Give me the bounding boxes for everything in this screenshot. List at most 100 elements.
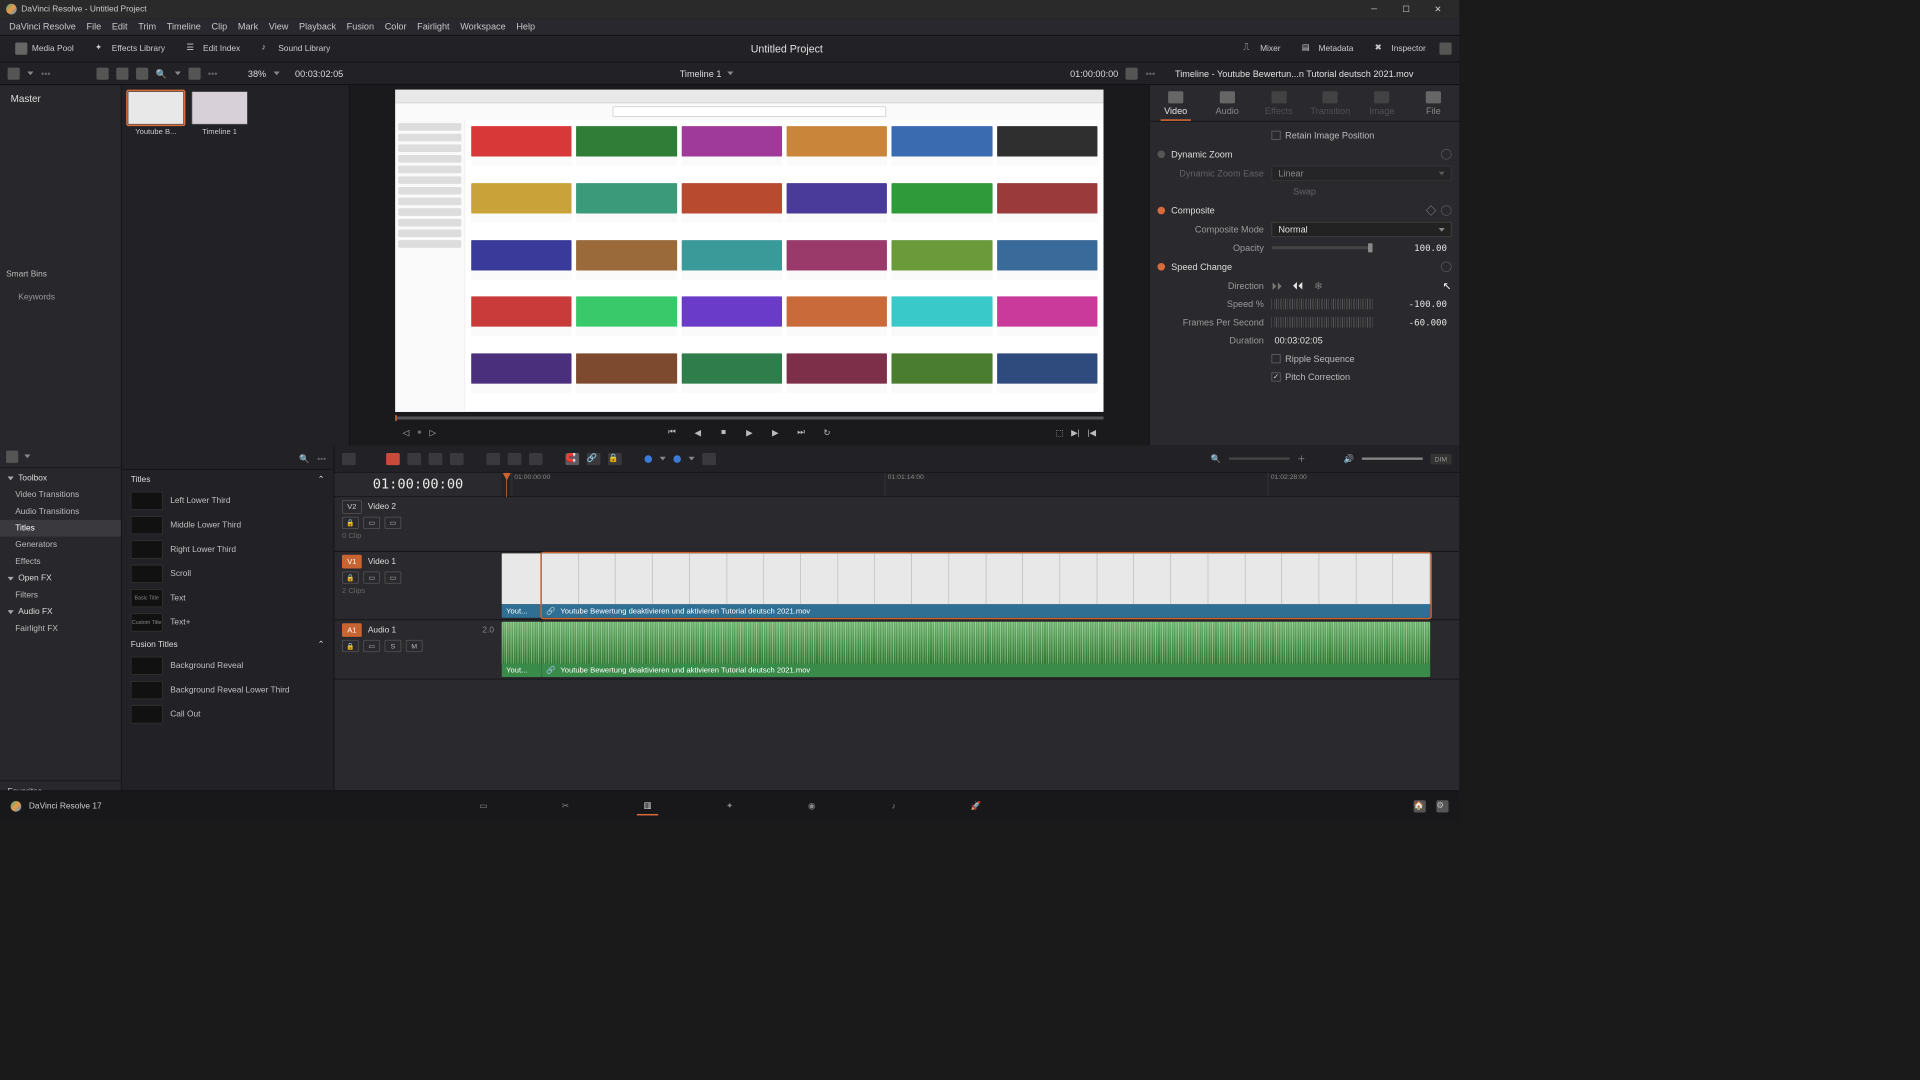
effects-library-button[interactable]: ✦ Effects Library bbox=[87, 43, 172, 55]
next-clip-icon[interactable]: ▷ bbox=[429, 428, 435, 438]
composite-mode-select[interactable]: Normal bbox=[1271, 222, 1451, 237]
menu-item[interactable]: Workspace bbox=[460, 21, 505, 32]
viewer-scrubber[interactable] bbox=[395, 416, 1103, 419]
mute-icon[interactable]: 🔊 bbox=[1344, 454, 1354, 464]
thumb-view-icon[interactable] bbox=[116, 67, 128, 79]
tab-image[interactable]: Image bbox=[1356, 85, 1408, 121]
fx-node[interactable]: Video Transitions bbox=[0, 486, 121, 503]
fx-fusion-item[interactable]: Background Reveal Lower Third bbox=[122, 678, 334, 702]
timecode-menu-icon[interactable] bbox=[1126, 67, 1138, 79]
fx-fusion-item[interactable]: Background Reveal bbox=[122, 654, 334, 678]
direction-reverse-icon[interactable]: ⏴⏴ bbox=[1293, 279, 1304, 292]
mute-button[interactable]: M bbox=[406, 640, 423, 652]
tab-effects[interactable]: Effects bbox=[1253, 85, 1305, 121]
link-icon[interactable]: 🔗 bbox=[587, 453, 601, 465]
reset-icon[interactable] bbox=[1441, 149, 1452, 160]
snapping-icon[interactable]: 🧲 bbox=[565, 453, 579, 465]
tab-transition[interactable]: Transition bbox=[1305, 85, 1357, 121]
home-icon[interactable]: 🏠 bbox=[1414, 800, 1426, 812]
speed-field[interactable] bbox=[1271, 299, 1372, 310]
prev-frame-button[interactable]: ◀ bbox=[691, 426, 705, 440]
insert-icon[interactable] bbox=[486, 453, 500, 465]
fx-title-item[interactable]: Middle Lower Third bbox=[122, 513, 334, 537]
blade-tool-icon[interactable] bbox=[450, 453, 464, 465]
menu-item[interactable]: Clip bbox=[212, 21, 228, 32]
window-minimize-button[interactable]: ─ bbox=[1359, 1, 1389, 18]
dynamic-zoom-header[interactable]: Dynamic Zoom bbox=[1171, 149, 1435, 160]
dynamic-zoom-ease-select[interactable]: Linear bbox=[1271, 166, 1451, 181]
trim-tool-icon[interactable] bbox=[407, 453, 421, 465]
speed-change-header[interactable]: Speed Change bbox=[1171, 261, 1435, 272]
goto-end-icon[interactable]: ▶| bbox=[1071, 428, 1080, 438]
disable-icon[interactable]: ▭ bbox=[385, 517, 402, 529]
zoom-level[interactable]: 38% bbox=[248, 68, 266, 79]
play-button[interactable]: ▶ bbox=[743, 426, 757, 440]
dynamic-zoom-toggle[interactable] bbox=[1157, 150, 1165, 158]
media-clip[interactable]: Youtube B... bbox=[128, 91, 184, 136]
fps-value[interactable]: -60.000 bbox=[1379, 317, 1452, 328]
menu-item[interactable]: Help bbox=[516, 21, 535, 32]
track-head-v2[interactable]: V2Video 2 🔒▭▭ 0 Clip bbox=[334, 497, 501, 552]
keyframe-icon[interactable] bbox=[1426, 205, 1437, 216]
chevron-down-icon[interactable] bbox=[24, 454, 30, 458]
viewer-canvas[interactable] bbox=[395, 90, 1103, 412]
metadata-button[interactable]: ▤ Metadata bbox=[1294, 43, 1361, 55]
marker-blue-icon[interactable] bbox=[673, 455, 681, 463]
zoom-out-icon[interactable]: 🔍 bbox=[1211, 454, 1221, 464]
flag-blue-icon[interactable] bbox=[644, 455, 652, 463]
fx-node[interactable]: Audio Transitions bbox=[0, 503, 121, 520]
menu-item[interactable]: Fusion bbox=[347, 21, 374, 32]
sort-icon[interactable] bbox=[188, 67, 200, 79]
sound-library-button[interactable]: ♪ Sound Library bbox=[254, 43, 338, 55]
bin-view-icon[interactable] bbox=[8, 67, 20, 79]
edit-index-button[interactable]: ☰ Edit Index bbox=[179, 43, 248, 55]
tab-file[interactable]: File bbox=[1408, 85, 1460, 121]
replace-icon[interactable] bbox=[529, 453, 543, 465]
lane-a1[interactable]: Yout... 🔗Youtube Bewertung deaktivieren … bbox=[502, 620, 1460, 679]
project-settings-icon[interactable]: ⚙ bbox=[1436, 800, 1448, 812]
search-icon[interactable]: 🔍 bbox=[299, 454, 309, 464]
fx-group-audiofx[interactable]: Audio FX bbox=[0, 603, 121, 620]
section-fusion-titles[interactable]: Fusion Titles⌃ bbox=[122, 635, 334, 654]
chevron-down-icon[interactable] bbox=[174, 71, 180, 75]
menu-item[interactable]: Playback bbox=[299, 21, 336, 32]
timeline-name[interactable]: Timeline 1 bbox=[680, 68, 722, 79]
video-clip-selected[interactable]: 🔗Youtube Bewertung deaktivieren und akti… bbox=[542, 553, 1431, 618]
goto-start-icon[interactable]: |◀ bbox=[1087, 428, 1096, 438]
auto-select-icon[interactable]: ▭ bbox=[363, 640, 380, 652]
menu-item[interactable]: Fairlight bbox=[417, 21, 449, 32]
reset-icon[interactable] bbox=[1441, 261, 1452, 272]
fx-title-item[interactable]: Scroll bbox=[122, 562, 334, 586]
track-head-a1[interactable]: A1Audio 12.0 🔒▭SM bbox=[334, 620, 501, 679]
fx-node[interactable]: Effects bbox=[0, 553, 121, 570]
track-head-v1[interactable]: V1Video 1 🔒▭▭ 2 Clips bbox=[334, 552, 501, 620]
tab-video[interactable]: Video bbox=[1150, 85, 1202, 121]
audio-clip[interactable]: 🔗Youtube Bewertung deaktivieren und akti… bbox=[542, 622, 1431, 677]
speed-value[interactable]: -100.00 bbox=[1379, 299, 1452, 310]
media-pool-button[interactable]: Media Pool bbox=[8, 43, 82, 55]
track-lanes[interactable]: Yout... 🔗Youtube Bewertung deaktivieren … bbox=[502, 497, 1460, 803]
fx-title-item[interactable]: Basic TitleText bbox=[122, 586, 334, 610]
video-clip[interactable]: Yout... bbox=[502, 553, 542, 618]
marker-dot-icon[interactable]: ● bbox=[417, 428, 422, 438]
audio-clip[interactable]: Yout... bbox=[502, 622, 542, 677]
dim-button[interactable]: DIM bbox=[1430, 453, 1452, 464]
menu-item[interactable]: DaVinci Resolve bbox=[9, 21, 76, 32]
smart-bin-keywords[interactable]: Keywords bbox=[12, 289, 109, 304]
mixer-button[interactable]: ⎍ Mixer bbox=[1236, 43, 1288, 55]
menu-item[interactable]: View bbox=[269, 21, 289, 32]
ripple-checkbox[interactable] bbox=[1271, 354, 1280, 363]
tab-audio[interactable]: Audio bbox=[1201, 85, 1253, 121]
range-icon[interactable] bbox=[702, 453, 716, 465]
composite-header[interactable]: Composite bbox=[1171, 205, 1421, 216]
loop-button[interactable]: ↻ bbox=[820, 426, 834, 440]
menu-item[interactable]: Timeline bbox=[167, 21, 201, 32]
section-titles[interactable]: Titles⌃ bbox=[122, 470, 334, 489]
menu-item[interactable]: File bbox=[87, 21, 102, 32]
fx-title-item[interactable]: Right Lower Third bbox=[122, 537, 334, 561]
timeline-ruler[interactable]: 01:00:00:00 01:01:14:00 01:02:28:00 bbox=[502, 473, 1460, 497]
stop-button[interactable]: ■ bbox=[717, 426, 731, 440]
timeline-view-icon[interactable] bbox=[342, 453, 356, 465]
fx-title-item[interactable]: Custom TitleText+ bbox=[122, 610, 334, 634]
master-bin[interactable]: Master bbox=[0, 85, 121, 112]
